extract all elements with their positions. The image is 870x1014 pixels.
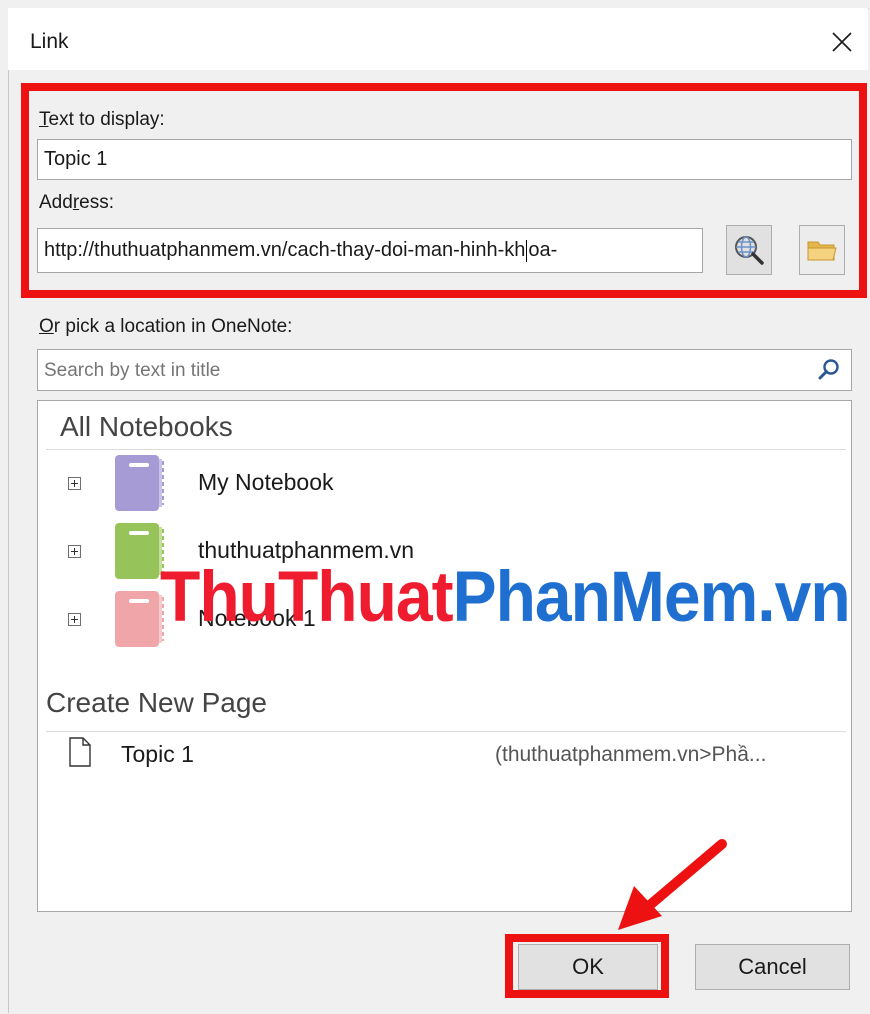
search-field[interactable]: [37, 349, 852, 392]
highlight-frame-ok: [505, 934, 669, 998]
create-new-page-heading: Create New Page: [46, 687, 268, 718]
cancel-button[interactable]: Cancel: [695, 944, 850, 990]
title-bar: Link: [8, 8, 868, 70]
highlight-frame-link-fields: [21, 83, 867, 298]
new-page-label[interactable]: Topic 1: [121, 741, 194, 768]
divider: [46, 449, 846, 450]
new-page-path: (thuthuatphanmem.vn>Phầ...: [495, 743, 767, 766]
divider: [46, 731, 846, 732]
search-input[interactable]: [42, 350, 806, 392]
pointer-arrow-icon: [618, 839, 727, 930]
expand-icon[interactable]: [68, 545, 81, 558]
close-icon: [832, 32, 852, 52]
watermark-logo: ThuThuatPhanMem.vn: [160, 556, 851, 636]
notebook-label[interactable]: My Notebook: [198, 469, 334, 496]
close-button[interactable]: [822, 22, 862, 62]
notebook-icon: [115, 455, 164, 511]
expand-icon[interactable]: [68, 613, 81, 626]
all-notebooks-heading: All Notebooks: [60, 411, 233, 442]
pick-location-label: Or pick a location in OneNote:: [39, 316, 293, 337]
magnifier-icon[interactable]: [817, 358, 841, 382]
page-icon: [69, 737, 91, 767]
dialog-title: Link: [30, 30, 69, 53]
expand-icon[interactable]: [68, 477, 81, 490]
